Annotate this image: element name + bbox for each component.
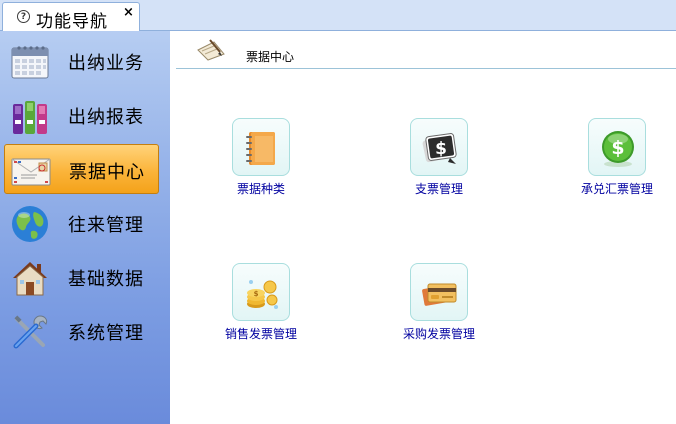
svg-text:$: $	[254, 290, 259, 298]
tile-purchase-invoice-management[interactable]: 采购发票管理	[386, 263, 496, 353]
sidebar-item-label: 基础数据	[68, 269, 144, 290]
tile-sales-invoice-management[interactable]: $ 销售发票管理	[208, 263, 318, 353]
tools-icon	[13, 315, 48, 349]
cards-icon	[422, 283, 457, 306]
notebook-icon	[246, 132, 275, 165]
svg-text:$: $	[611, 137, 624, 159]
tile-icon-box: $	[410, 118, 468, 176]
sidebar-item-label: 系统管理	[68, 323, 144, 344]
tile-icon-box	[232, 118, 290, 176]
coins-icon: $	[247, 280, 278, 309]
sidebar-item-cashier-business[interactable]: 出纳业务	[4, 36, 159, 86]
calendar-icon	[11, 46, 49, 79]
sidebar-item-system-management[interactable]: 系统管理	[4, 306, 159, 356]
tile-label: 销售发票管理	[224, 327, 297, 341]
sidebar-item-label: 出纳业务	[68, 53, 144, 74]
tile-label: 票据种类	[236, 182, 285, 196]
globe-icon	[12, 206, 48, 242]
close-icon[interactable]: ×	[123, 5, 134, 20]
tile-icon-box	[410, 263, 468, 321]
sidebar-item-basic-data[interactable]: 基础数据	[4, 252, 159, 302]
tile-label: 支票管理	[414, 182, 463, 196]
sidebar: 出纳业务 出纳报表 票据中心 往来管理 基础数据 系统管理	[0, 31, 170, 424]
envelope-icon	[11, 158, 51, 186]
pen-paper-icon	[197, 39, 225, 61]
page-title: 票据中心	[246, 50, 295, 64]
sidebar-item-cashier-reports[interactable]: 出纳报表	[4, 90, 159, 140]
tile-cheque-management[interactable]: $ 支票管理	[386, 118, 496, 208]
sidebar-item-label: 出纳报表	[68, 107, 144, 128]
tile-acceptance-bill-management[interactable]: $ 承兑汇票管理	[564, 118, 674, 208]
main-panel: 票据中心 票据种类 $ 支票管理 $ 承兑汇票管理 $ 销售发票管理 采购发票管…	[170, 31, 676, 424]
dollar-cheque-icon: $	[422, 133, 457, 164]
tile-bill-types[interactable]: 票据种类	[208, 118, 318, 208]
sidebar-item-bill-center[interactable]: 票据中心	[4, 144, 159, 194]
house-icon	[13, 262, 47, 296]
binders-icon	[13, 101, 47, 134]
help-icon: ?	[17, 10, 30, 23]
svg-text:$: $	[435, 139, 447, 159]
header-divider	[176, 68, 676, 69]
tile-icon-box: $	[232, 263, 290, 321]
tab-strip: ? 功能导航 ×	[0, 0, 676, 32]
tab-function-navigation[interactable]: ? 功能导航 ×	[2, 2, 140, 32]
dollar-coin-icon: $	[602, 131, 634, 167]
tab-label: 功能导航	[36, 12, 108, 32]
sidebar-item-label: 票据中心	[69, 162, 145, 183]
tile-label: 承兑汇票管理	[580, 182, 653, 196]
tile-icon-box: $	[588, 118, 646, 176]
tile-label: 采购发票管理	[402, 327, 475, 341]
sidebar-item-label: 往来管理	[68, 215, 144, 236]
sidebar-item-accounts-management[interactable]: 往来管理	[4, 198, 159, 248]
